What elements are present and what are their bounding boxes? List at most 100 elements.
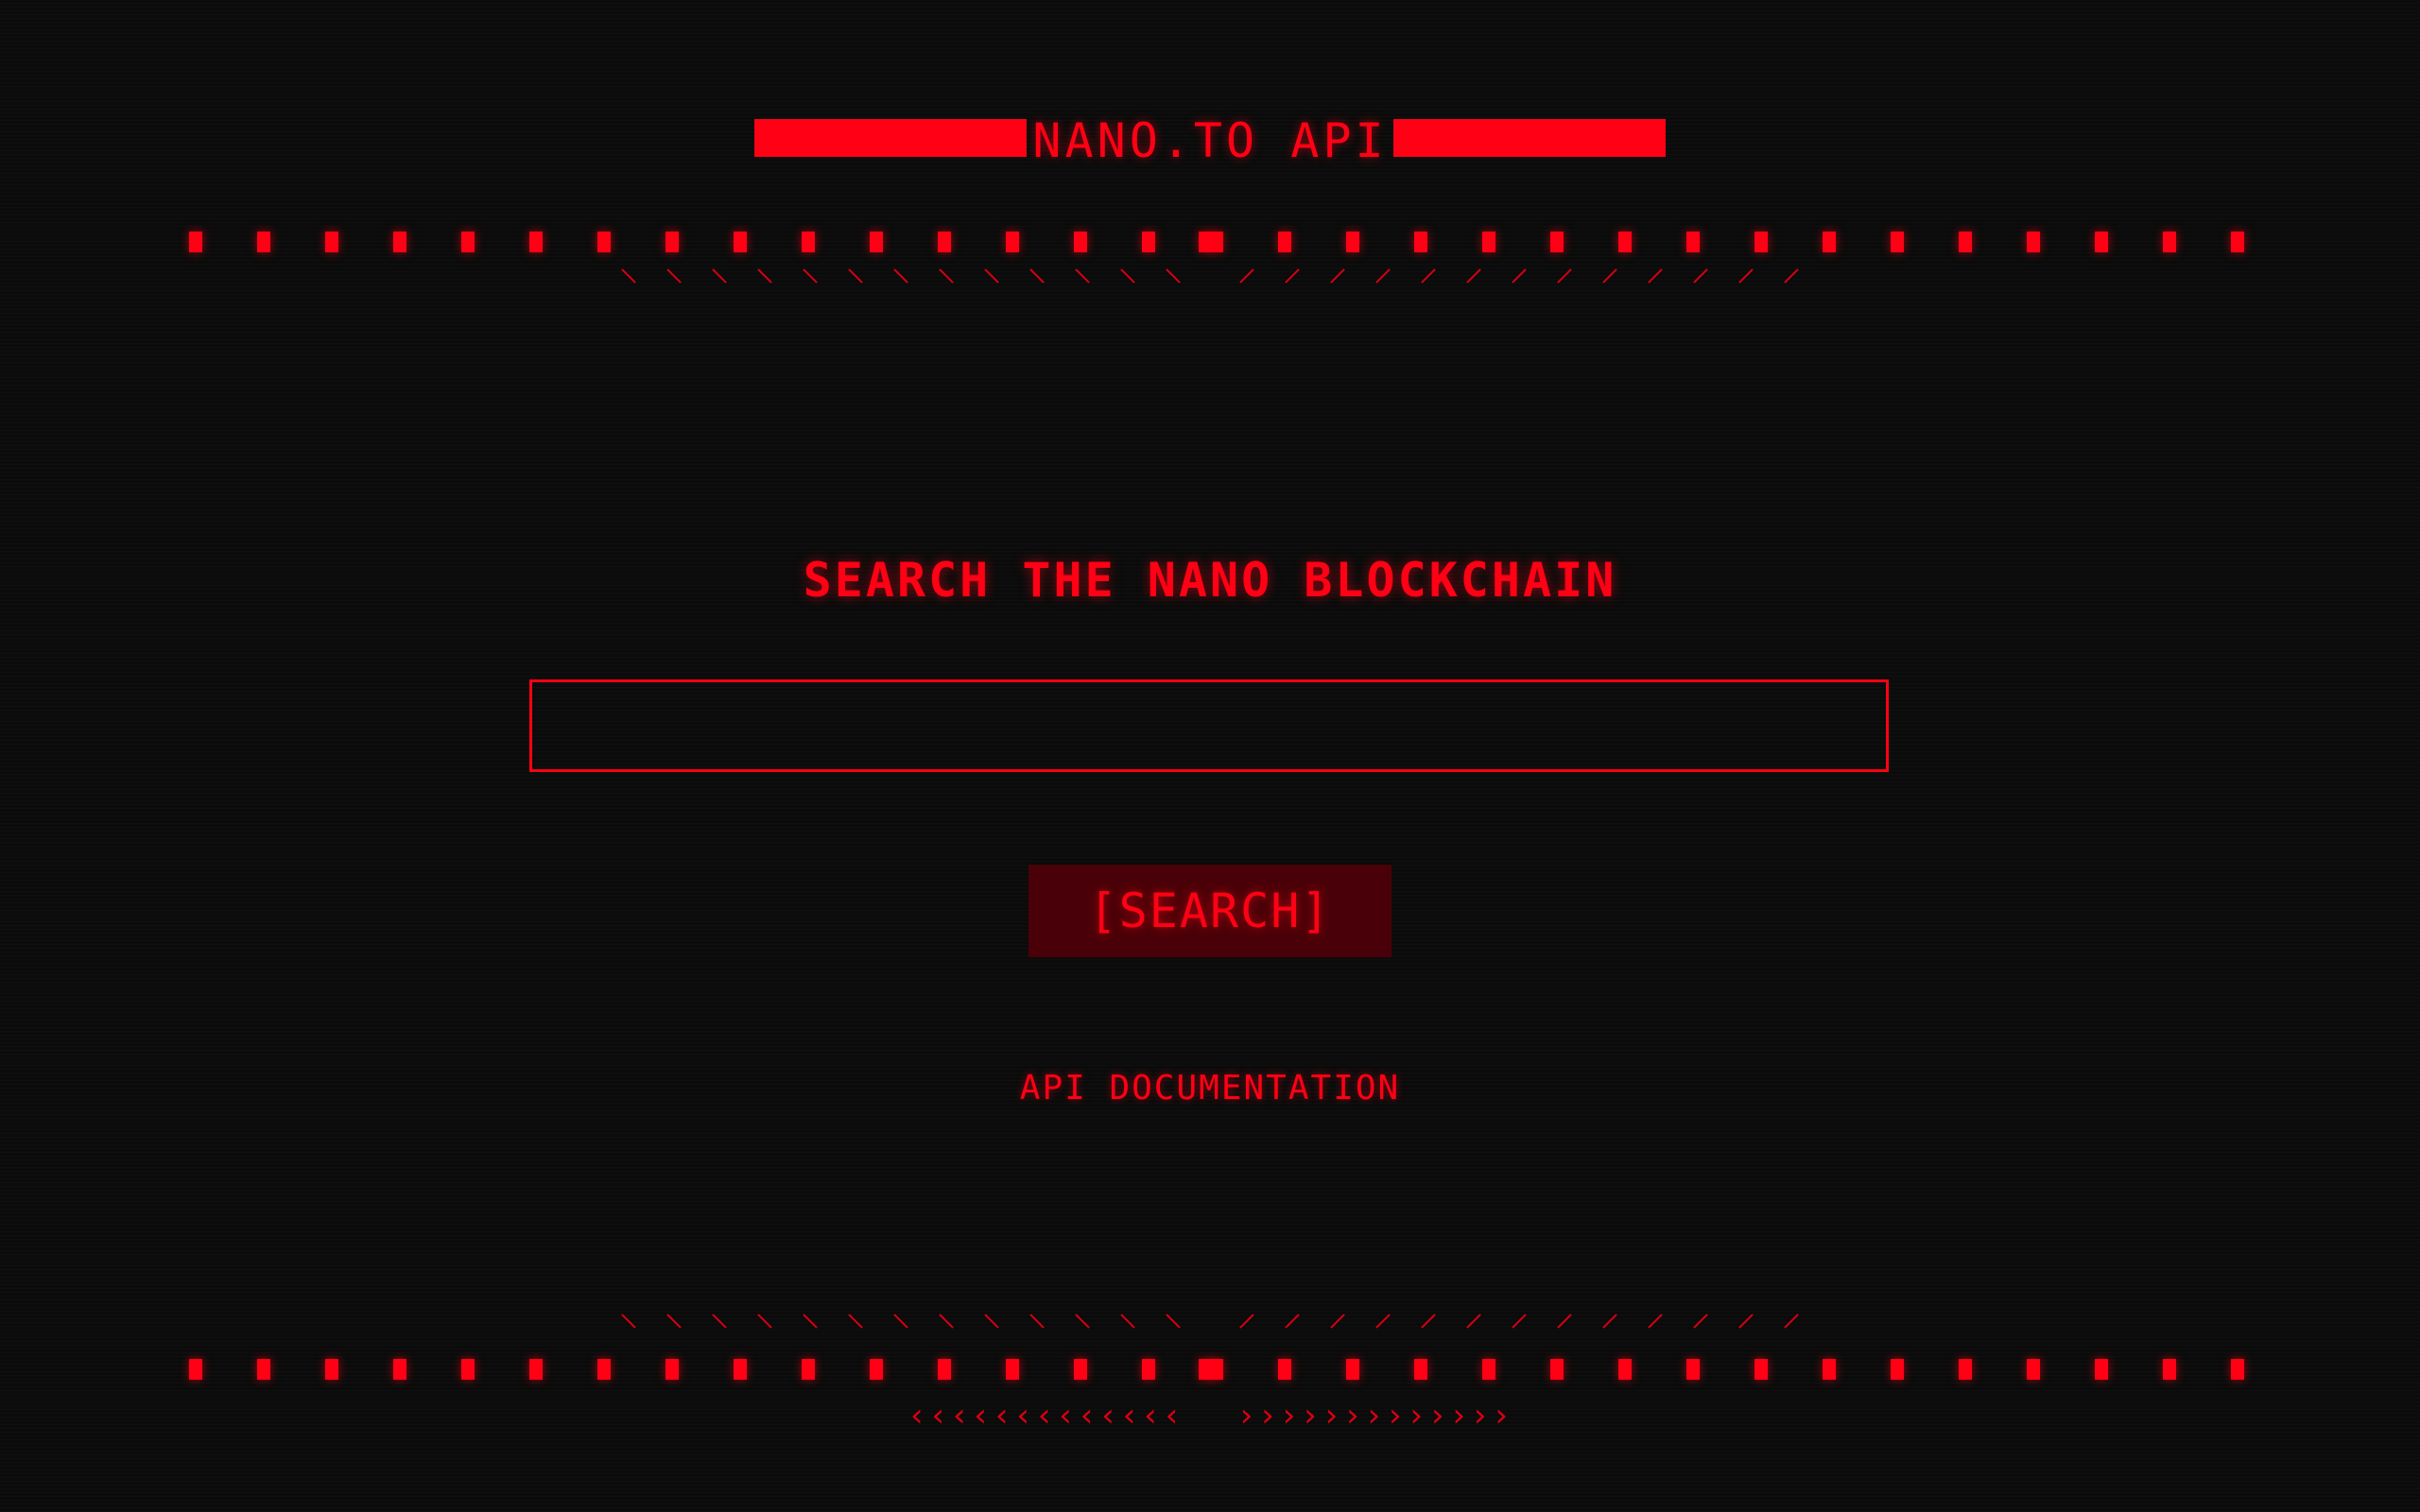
divider-dash — [597, 1359, 611, 1380]
divider-slash-back — [1029, 268, 1045, 284]
divider-slash-back — [803, 268, 818, 284]
divider-slash-back — [893, 268, 908, 284]
divider-slash-forward — [1784, 1314, 1799, 1329]
divider-slash-back — [984, 1314, 999, 1329]
divider-slash-forward — [1421, 1314, 1436, 1329]
divider-slash-back — [712, 268, 727, 284]
divider-dash — [1754, 1359, 1768, 1380]
divider-dash — [1006, 232, 1019, 252]
divider-dash — [734, 232, 747, 252]
divider-slash-forward — [1693, 268, 1708, 284]
divider-dash — [529, 1359, 543, 1380]
divider-slash-forward — [1648, 268, 1663, 284]
divider-dash — [1346, 232, 1359, 252]
divider-dash — [938, 232, 951, 252]
divider-dash-center — [1199, 232, 1212, 252]
divider-dash — [1074, 1359, 1087, 1380]
divider-dash — [1142, 1359, 1155, 1380]
divider-dash — [734, 1359, 747, 1380]
top-dash-divider — [189, 232, 2244, 252]
divider-dash — [1550, 232, 1564, 252]
search-input[interactable] — [529, 679, 1889, 772]
bottom-chevron-divider: ‹‹‹‹‹‹‹‹‹‹‹‹‹ ››››››››››››› — [0, 1397, 2420, 1435]
header: NANO.TO API — [0, 113, 2420, 168]
header-bar-right — [1393, 119, 1666, 157]
divider-dash — [1482, 232, 1495, 252]
divider-slash-back — [803, 1314, 818, 1329]
divider-slash-forward — [1693, 1314, 1708, 1329]
divider-dash — [393, 1359, 406, 1380]
divider-slash-forward — [1512, 1314, 1527, 1329]
top-slash-divider — [0, 266, 2420, 289]
divider-slash-back — [939, 1314, 954, 1329]
divider-slash-forward — [1466, 1314, 1481, 1329]
divider-slash-forward — [1738, 1314, 1754, 1329]
divider-dash — [1414, 232, 1427, 252]
divider-dash — [1686, 1359, 1700, 1380]
divider-slash-forward — [1285, 268, 1300, 284]
divider-slash-back — [712, 1314, 727, 1329]
chevrons-left-icon: ‹‹‹‹‹‹‹‹‹‹‹‹‹ — [907, 1397, 1184, 1435]
divider-slash-back — [757, 1314, 772, 1329]
chevrons-right-icon: ››››››››››››› — [1236, 1397, 1513, 1435]
divider-dash — [1823, 232, 1836, 252]
divider-dash — [1210, 232, 1223, 252]
divider-dash — [1074, 232, 1087, 252]
divider-dash — [257, 232, 270, 252]
divider-slash-back — [939, 268, 954, 284]
divider-slash-back — [666, 268, 682, 284]
divider-dash — [1278, 232, 1291, 252]
divider-dash — [1550, 1359, 1564, 1380]
divider-slash-forward — [1330, 1314, 1345, 1329]
divider-dash — [2163, 232, 2176, 252]
divider-dash — [2027, 1359, 2040, 1380]
divider-dash — [257, 1359, 270, 1380]
divider-dash — [1823, 1359, 1836, 1380]
divider-dash — [597, 232, 611, 252]
divider-dash — [529, 232, 543, 252]
divider-slash-back — [1075, 1314, 1090, 1329]
divider-slash-forward — [1557, 1314, 1572, 1329]
api-documentation-link[interactable]: API DOCUMENTATION — [0, 1069, 2420, 1108]
divider-dash — [1959, 1359, 1972, 1380]
divider-slash-forward — [1375, 1314, 1391, 1329]
divider-slash-forward — [1421, 268, 1436, 284]
divider-slash-forward — [1285, 1314, 1300, 1329]
bottom-slash-divider — [0, 1312, 2420, 1334]
divider-dash — [1618, 1359, 1632, 1380]
divider-slash-forward — [1375, 268, 1391, 284]
divider-dash — [1006, 1359, 1019, 1380]
divider-dash — [393, 232, 406, 252]
bottom-dash-divider — [189, 1359, 2244, 1380]
divider-slash-forward — [1738, 268, 1754, 284]
divider-dash — [1346, 1359, 1359, 1380]
divider-dash — [666, 232, 679, 252]
divider-dash — [1891, 232, 1904, 252]
divider-dash — [1618, 232, 1632, 252]
divider-dash — [1482, 1359, 1495, 1380]
divider-slash-back — [893, 1314, 908, 1329]
divider-dash — [325, 232, 338, 252]
divider-slash-forward — [1512, 268, 1527, 284]
divider-slash-forward — [1557, 268, 1572, 284]
divider-dash — [325, 1359, 338, 1380]
divider-slash-forward — [1648, 1314, 1663, 1329]
divider-slash-back — [757, 268, 772, 284]
divider-dash — [2095, 1359, 2108, 1380]
divider-slash-back — [1166, 1314, 1181, 1329]
divider-slash-forward — [1602, 268, 1617, 284]
divider-slash-back — [1166, 268, 1181, 284]
app-title: NANO.TO API — [1032, 113, 1388, 168]
divider-dash — [1754, 232, 1768, 252]
divider-dash — [461, 1359, 475, 1380]
divider-dash — [1959, 232, 1972, 252]
divider-dash-center — [1199, 1359, 1212, 1380]
divider-slash-forward — [1602, 1314, 1617, 1329]
divider-slash-back — [848, 268, 863, 284]
divider-dash — [1414, 1359, 1427, 1380]
divider-slash-forward — [1466, 268, 1481, 284]
divider-dash — [1210, 1359, 1223, 1380]
search-button[interactable]: [SEARCH] — [1028, 865, 1392, 957]
divider-dash — [2231, 232, 2244, 252]
divider-slash-back — [621, 1314, 636, 1329]
